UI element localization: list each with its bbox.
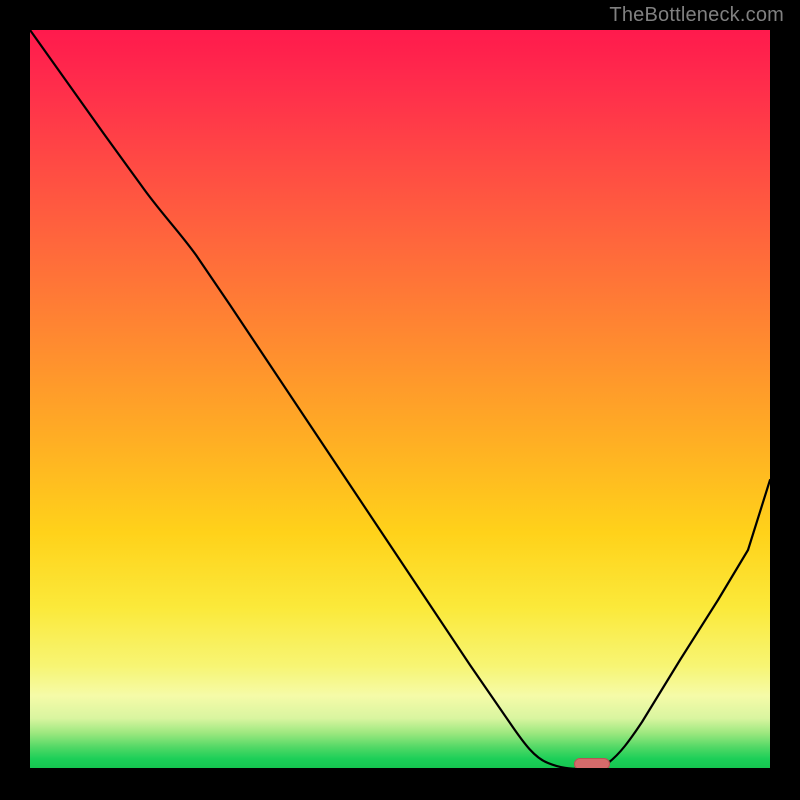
watermark-text: TheBottleneck.com	[609, 4, 784, 27]
plot-area	[30, 30, 770, 770]
baseline	[30, 768, 770, 770]
chart-frame: TheBottleneck.com	[0, 0, 800, 800]
